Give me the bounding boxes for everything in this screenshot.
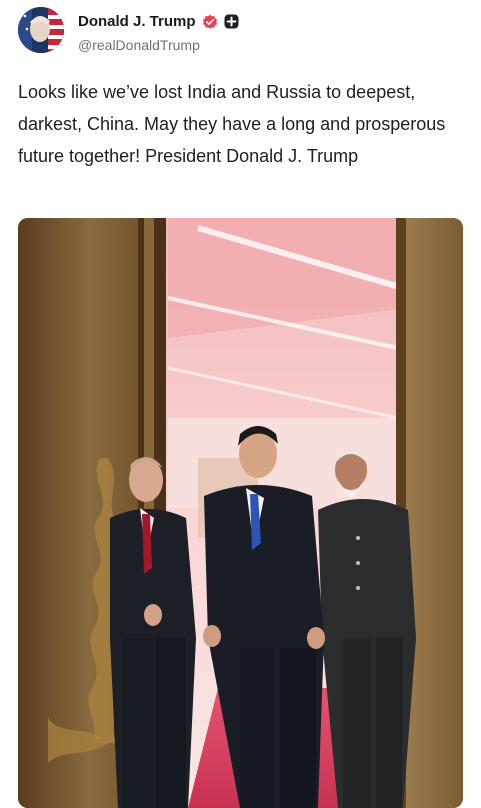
avatar[interactable] <box>18 7 64 53</box>
author-handle[interactable]: @realDonaldTrump <box>78 37 200 53</box>
post-text: Looks like we’ve lost India and Russia t… <box>18 82 446 166</box>
plus-badge-icon <box>224 14 239 29</box>
post-photo[interactable] <box>18 218 463 808</box>
avatar-image <box>18 7 64 53</box>
author-name-row: Donald J. Trump <box>78 13 239 30</box>
post-header: Donald J. Trump @realDonaldTrump <box>18 7 463 59</box>
author-display-name[interactable]: Donald J. Trump <box>78 13 196 30</box>
verified-badge-icon <box>202 14 218 30</box>
